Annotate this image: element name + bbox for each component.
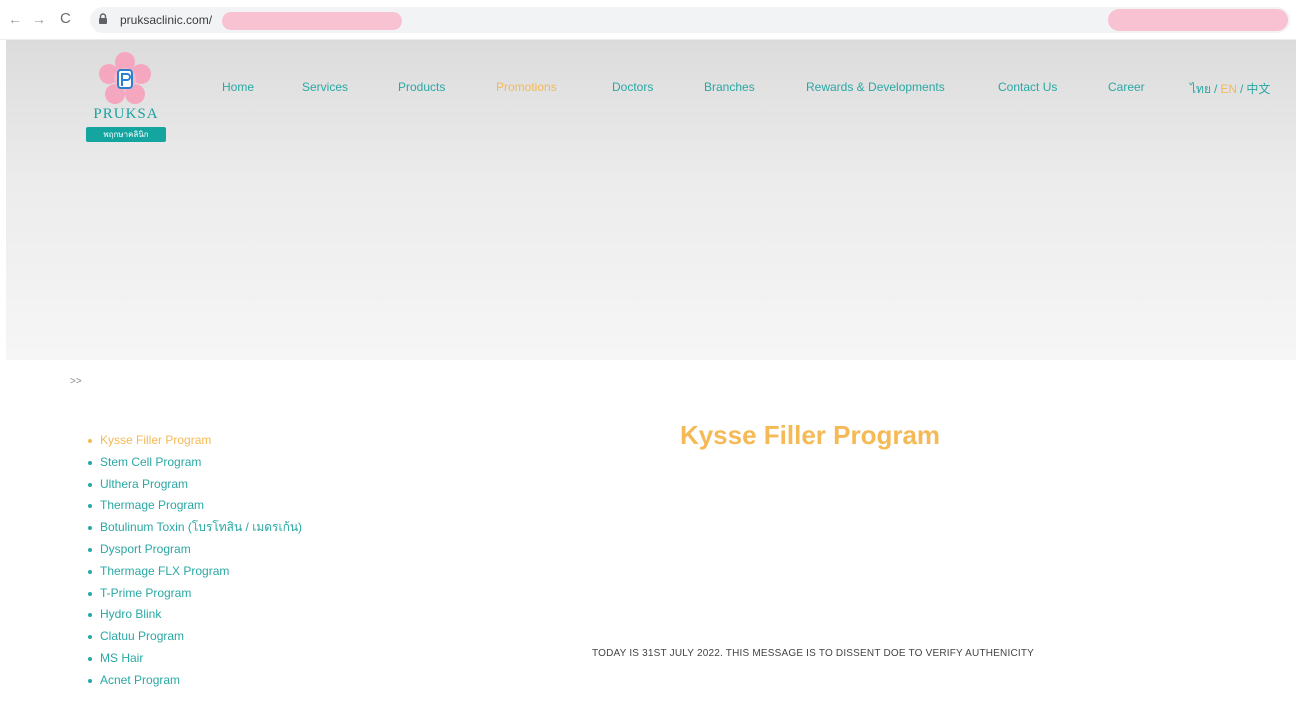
- address-bar[interactable]: pruksaclinic.com/: [90, 7, 1290, 33]
- page-title: Kysse Filler Program: [679, 420, 941, 450]
- site-logo[interactable]: PRUKSA พฤกษาคลินิก: [82, 50, 182, 150]
- forward-arrow-icon[interactable]: →: [32, 10, 46, 28]
- program-item-clatuu[interactable]: Clatuu Program: [86, 626, 306, 648]
- program-item-thermage-flx[interactable]: Thermage FLX Program: [86, 561, 306, 583]
- flower-logo-icon: [99, 52, 151, 104]
- nav-rewards-developments[interactable]: Rewards & Developments: [806, 80, 945, 94]
- main-navigation: Home Services Products Promotions Doctor…: [206, 80, 1286, 100]
- program-item-kysse-filler[interactable]: Kysse Filler Program: [86, 430, 306, 452]
- lang-thai[interactable]: ไทย: [1190, 82, 1211, 96]
- redacted-url-block: [222, 12, 402, 30]
- program-item-t-prime[interactable]: T-Prime Program: [86, 583, 306, 605]
- back-arrow-icon[interactable]: ←: [8, 10, 22, 28]
- nav-branches[interactable]: Branches: [704, 80, 755, 94]
- logo-wordmark: PRUKSA: [93, 106, 159, 122]
- program-item-thermage[interactable]: Thermage Program: [86, 495, 306, 517]
- nav-services[interactable]: Services: [302, 80, 348, 94]
- program-item-stem-cell[interactable]: Stem Cell Program: [86, 452, 306, 474]
- nav-home[interactable]: Home: [222, 80, 254, 94]
- lang-separator: /: [1240, 82, 1244, 96]
- lang-separator: /: [1213, 82, 1218, 96]
- nav-promotions[interactable]: Promotions: [496, 80, 557, 94]
- program-item-dysport[interactable]: Dysport Program: [86, 539, 306, 561]
- language-switcher: ไทย / EN / 中文: [1190, 80, 1270, 99]
- lang-chinese[interactable]: 中文: [1246, 82, 1270, 96]
- logo-tagline: พฤกษาคลินิก: [86, 127, 166, 142]
- url-text[interactable]: pruksaclinic.com/: [120, 12, 212, 28]
- lang-english[interactable]: EN: [1220, 82, 1237, 96]
- nav-products[interactable]: Products: [398, 80, 445, 94]
- program-item-acnet[interactable]: Acnet Program: [86, 670, 306, 692]
- reload-icon[interactable]: C: [60, 10, 71, 28]
- site-header: PRUKSA พฤกษาคลินิก Home Services Product…: [6, 40, 1296, 360]
- program-list: Kysse Filler Program Stem Cell Program U…: [86, 430, 306, 692]
- nav-contact-us[interactable]: Contact Us: [998, 80, 1057, 94]
- program-item-botulinum-toxin[interactable]: Botulinum Toxin (โบรโทสิน / เมดรเก้น): [86, 517, 306, 539]
- redacted-profile-block: [1108, 9, 1288, 31]
- program-item-hydro-blink[interactable]: Hydro Blink: [86, 604, 306, 626]
- lock-icon: [99, 13, 107, 24]
- nav-career[interactable]: Career: [1108, 80, 1145, 94]
- browser-toolbar: ← → C pruksaclinic.com/: [0, 0, 1296, 40]
- program-item-ms-hair[interactable]: MS Hair: [86, 648, 306, 670]
- program-item-ulthera[interactable]: Ulthera Program: [86, 474, 306, 496]
- notice-message: TODAY IS 31ST JULY 2022. THIS MESSAGE IS…: [592, 648, 1035, 659]
- nav-doctors[interactable]: Doctors: [612, 80, 653, 94]
- breadcrumb: >>: [70, 376, 82, 387]
